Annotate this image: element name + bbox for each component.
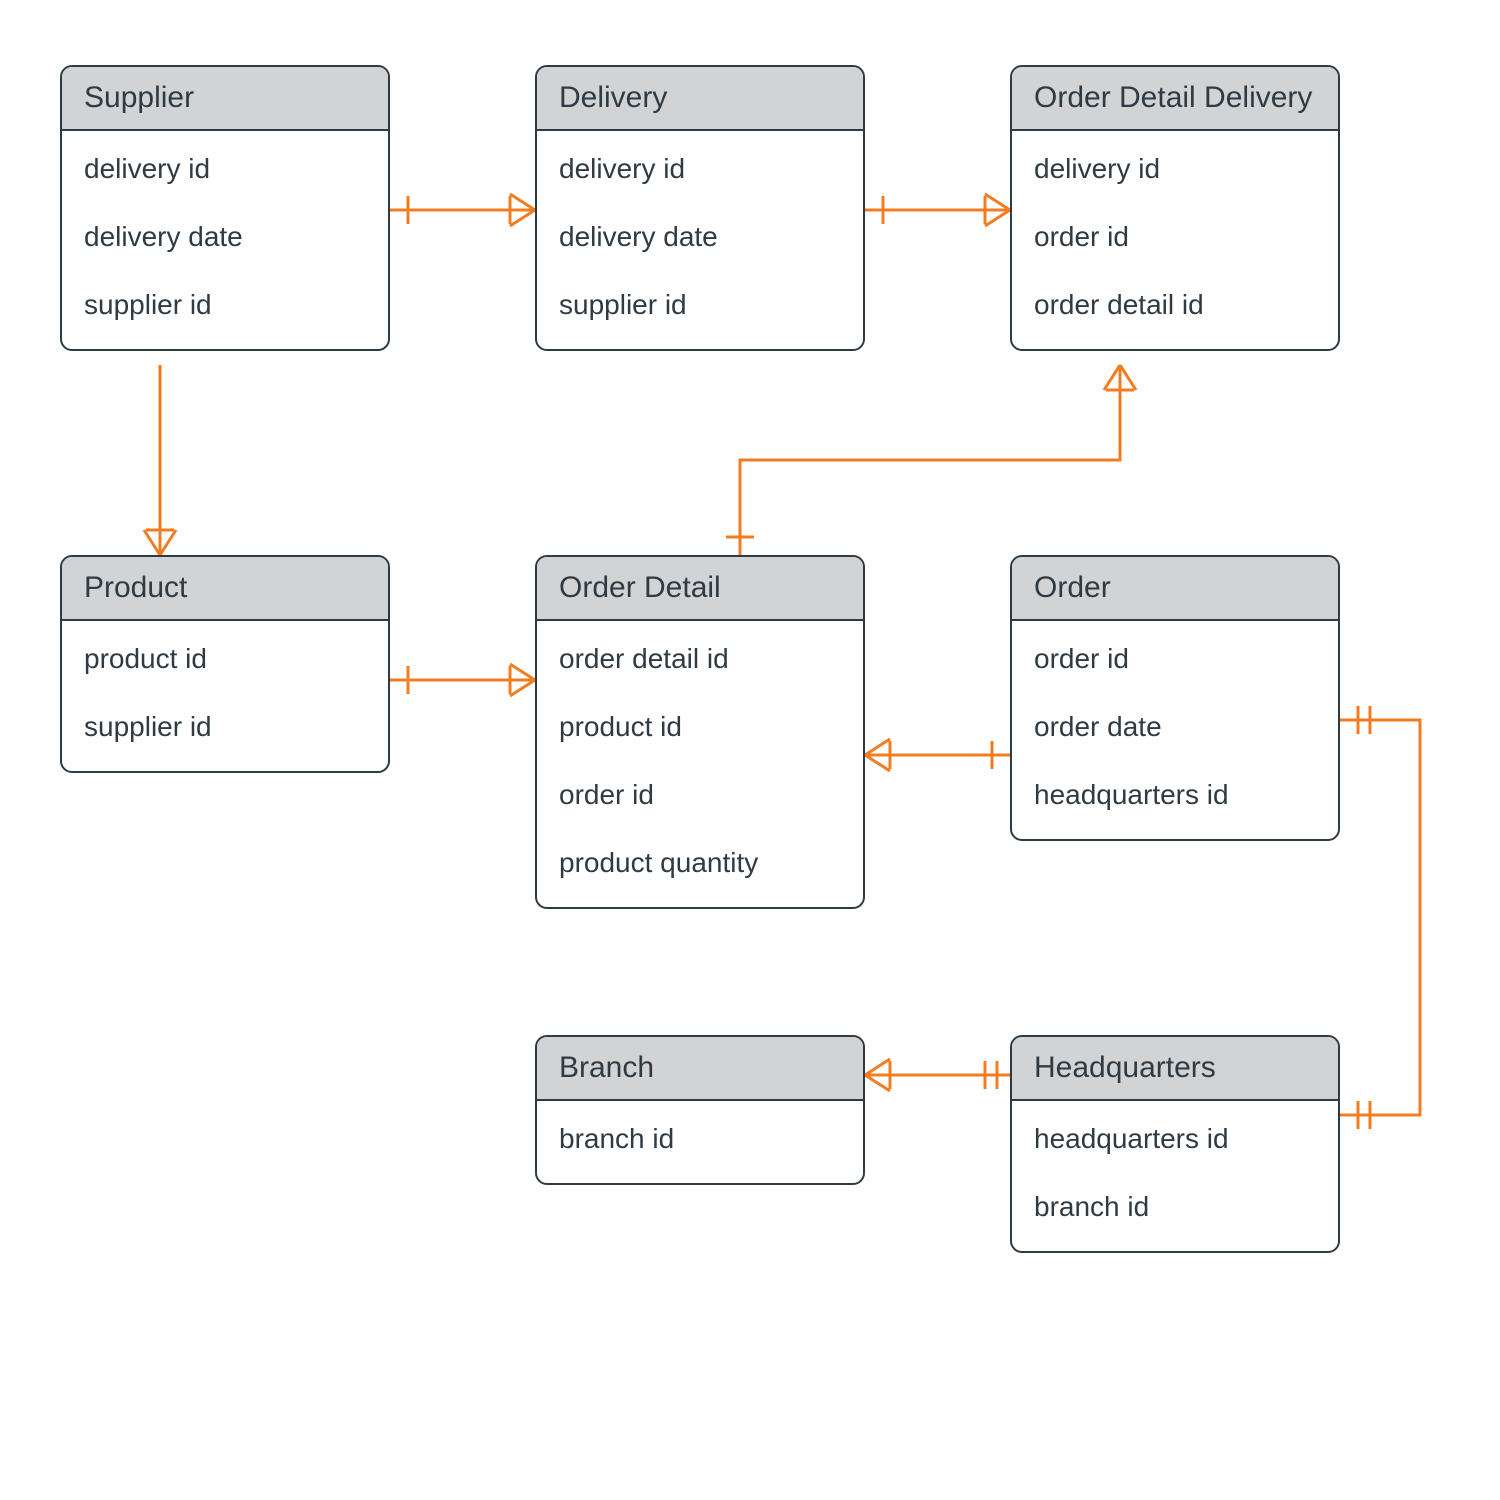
entity-attr: product quantity (537, 829, 863, 897)
entity-attr: order id (1012, 625, 1338, 693)
entity-delivery: Delivery delivery id delivery date suppl… (535, 65, 865, 351)
entity-attrs: delivery id delivery date supplier id (537, 131, 863, 349)
entity-branch: Branch branch id (535, 1035, 865, 1185)
entity-attr: supplier id (537, 271, 863, 339)
entity-attr: headquarters id (1012, 761, 1338, 829)
entity-title: Branch (537, 1037, 863, 1101)
entity-order-detail-delivery: Order Detail Delivery delivery id order … (1010, 65, 1340, 351)
entity-attr: delivery date (62, 203, 388, 271)
entity-title: Delivery (537, 67, 863, 131)
entity-attr: order detail id (537, 625, 863, 693)
entity-title: Supplier (62, 67, 388, 131)
entity-attr: order date (1012, 693, 1338, 761)
entity-attr: order id (537, 761, 863, 829)
rel-hq-order (1340, 720, 1420, 1115)
entity-attr: product id (62, 625, 388, 693)
entity-order: Order order id order date headquarters i… (1010, 555, 1340, 841)
entity-attrs: delivery id order id order detail id (1012, 131, 1338, 349)
entity-title: Order (1012, 557, 1338, 621)
entity-attr: delivery id (537, 135, 863, 203)
entity-attrs: product id supplier id (62, 621, 388, 771)
entity-attr: headquarters id (1012, 1105, 1338, 1173)
entity-product: Product product id supplier id (60, 555, 390, 773)
entity-attrs: delivery id delivery date supplier id (62, 131, 388, 349)
entity-attr: order id (1012, 203, 1338, 271)
entity-attr: branch id (1012, 1173, 1338, 1241)
entity-attr: order detail id (1012, 271, 1338, 339)
entity-title: Order Detail (537, 557, 863, 621)
entity-attrs: order detail id product id order id prod… (537, 621, 863, 907)
entity-attrs: order id order date headquarters id (1012, 621, 1338, 839)
entity-attr: product id (537, 693, 863, 761)
entity-attr: delivery id (1012, 135, 1338, 203)
entity-title: Order Detail Delivery (1012, 67, 1338, 131)
rel-orderdetail-odd (740, 365, 1120, 555)
entity-attr: supplier id (62, 271, 388, 339)
entity-title: Headquarters (1012, 1037, 1338, 1101)
entity-supplier: Supplier delivery id delivery date suppl… (60, 65, 390, 351)
entity-attrs: branch id (537, 1101, 863, 1183)
entity-attr: branch id (537, 1105, 863, 1173)
er-diagram-canvas: Supplier delivery id delivery date suppl… (0, 0, 1500, 1500)
entity-headquarters: Headquarters headquarters id branch id (1010, 1035, 1340, 1253)
entity-attrs: headquarters id branch id (1012, 1101, 1338, 1251)
entity-attr: supplier id (62, 693, 388, 761)
entity-attr: delivery id (62, 135, 388, 203)
entity-attr: delivery date (537, 203, 863, 271)
entity-title: Product (62, 557, 388, 621)
entity-order-detail: Order Detail order detail id product id … (535, 555, 865, 909)
